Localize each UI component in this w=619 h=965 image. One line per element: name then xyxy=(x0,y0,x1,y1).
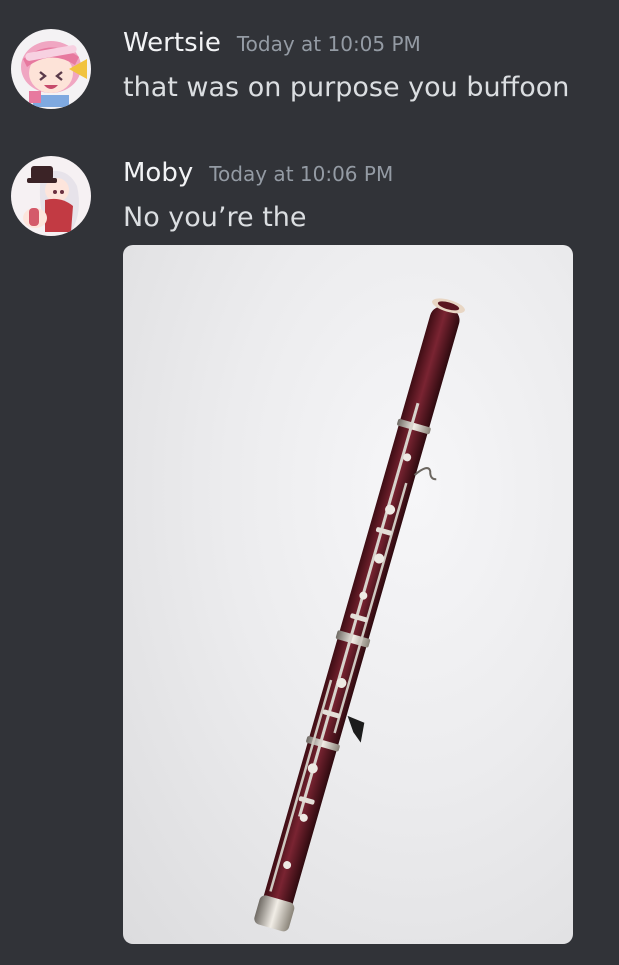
message-wertsie: Wertsie Today at 10:05 PM that was on pu… xyxy=(0,0,619,130)
message-header: Wertsie Today at 10:05 PM xyxy=(123,28,421,58)
timestamp: Today at 10:06 PM xyxy=(209,162,394,186)
bassoon-image xyxy=(254,298,465,932)
image-attachment[interactable] xyxy=(123,245,573,944)
avatar[interactable] xyxy=(11,29,91,109)
avatar[interactable] xyxy=(11,156,91,236)
message-header: Moby Today at 10:06 PM xyxy=(123,158,393,188)
username[interactable]: Wertsie xyxy=(123,28,221,58)
username[interactable]: Moby xyxy=(123,158,193,188)
message-text: No you’re the xyxy=(123,202,307,233)
message-text: that was on purpose you buffoon xyxy=(123,72,570,103)
timestamp: Today at 10:05 PM xyxy=(236,32,421,56)
anime-white-hair-avatar-icon xyxy=(11,156,91,236)
anime-pink-hair-avatar-icon xyxy=(11,29,91,109)
